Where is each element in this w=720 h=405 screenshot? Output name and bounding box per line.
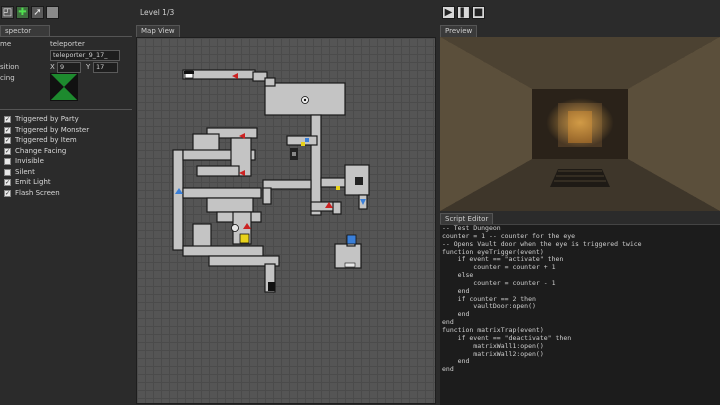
name-value: teleporter	[50, 40, 85, 48]
id-field[interactable]: teleporter_9_17_	[50, 50, 120, 61]
checkbox-icon[interactable]: ✓	[4, 178, 11, 186]
facing-widget[interactable]	[50, 73, 78, 101]
checkbox-icon[interactable]	[4, 168, 11, 176]
pointer-icon: ➚	[33, 7, 42, 18]
stop-button[interactable]: ■	[472, 6, 485, 19]
option-triggered-by-party[interactable]: ✓ Triggered by Party	[0, 114, 79, 124]
x-label: X	[50, 63, 55, 71]
pause-button[interactable]: ❚❚	[457, 6, 475, 19]
inspector-mid-rule	[0, 109, 132, 110]
play-button[interactable]: ▶	[442, 6, 455, 19]
play-icon: ▶	[444, 7, 453, 18]
option-silent[interactable]: Silent	[0, 167, 35, 177]
x-field[interactable]: 9	[57, 62, 81, 73]
checkbox-icon[interactable]: ✓	[4, 189, 11, 197]
facing-label: cing	[0, 74, 15, 82]
code-line: counter = counter - 1	[442, 278, 556, 287]
script-editor[interactable]: -- Test Dungeon counter = 1 -- counter f…	[440, 224, 720, 405]
box-tool-button[interactable]	[46, 6, 59, 19]
option-flash-screen[interactable]: ✓ Flash Screen	[0, 188, 60, 198]
stop-icon: ■	[473, 7, 484, 18]
top-toolbar	[0, 0, 720, 24]
checkbox-icon[interactable]: ✓	[4, 136, 11, 144]
option-triggered-by-monster[interactable]: ✓ Triggered by Monster	[0, 125, 89, 135]
map-view-tab[interactable]: Map View	[136, 25, 180, 37]
level-label: Level 1/3	[140, 8, 175, 17]
checkbox-icon[interactable]: ✓	[4, 126, 11, 134]
code-line: vaultDoor:open()	[442, 302, 536, 311]
y-field[interactable]: 17	[93, 62, 118, 73]
preview-tab[interactable]: Preview	[440, 25, 478, 37]
add-icon: ✚	[18, 7, 27, 18]
name-label: me	[0, 40, 12, 48]
inspector-header-rule	[0, 36, 132, 37]
code-line: matrixWall2:open()	[442, 349, 544, 358]
inspector-panel: spector me teleporter teleporter_9_17_ s…	[0, 25, 132, 404]
position-label: sition	[0, 63, 20, 71]
option-change-facing[interactable]: ✓ Change Facing	[0, 146, 66, 156]
code-line: counter = counter + 1	[442, 263, 556, 272]
select-tool-button[interactable]: ◰	[1, 6, 14, 19]
checkbox-icon[interactable]: ✓	[4, 147, 11, 155]
map-canvas[interactable]	[136, 37, 436, 404]
y-label: Y	[86, 63, 91, 71]
pointer-tool-button[interactable]: ➚	[31, 6, 44, 19]
option-emit-light[interactable]: ✓ Emit Light	[0, 177, 51, 187]
code-line: end	[442, 310, 470, 319]
preview-viewport[interactable]	[440, 37, 720, 211]
checkbox-icon[interactable]: ✓	[4, 115, 11, 123]
facing-arrow-icon	[51, 74, 77, 100]
code-block[interactable]: -- Test Dungeon counter = 1 -- counter f…	[440, 225, 720, 374]
dungeon-map	[172, 69, 370, 293]
select-icon: ◰	[2, 7, 13, 18]
option-invisible[interactable]: Invisible	[0, 156, 44, 166]
code-line: end	[442, 365, 454, 374]
code-line: end	[442, 357, 470, 366]
option-triggered-by-item[interactable]: ✓ Triggered by Item	[0, 135, 77, 145]
checkbox-icon[interactable]	[4, 157, 11, 165]
dungeon-corridor-render	[440, 37, 720, 211]
add-tool-button[interactable]: ✚	[16, 6, 29, 19]
